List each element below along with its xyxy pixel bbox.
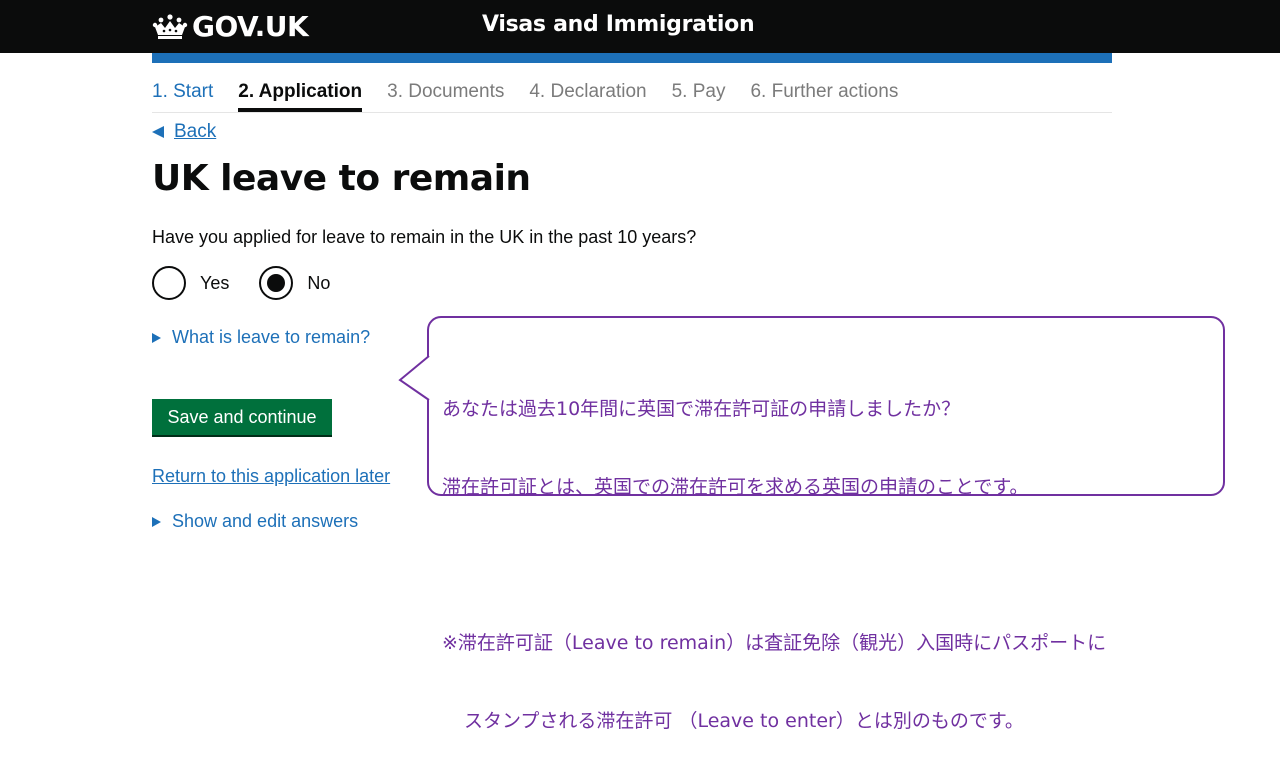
details-what-is-leave[interactable]: What is leave to remain?	[152, 327, 370, 348]
triangle-right-icon	[152, 332, 161, 343]
details-show-edit-answers[interactable]: Show and edit answers	[152, 511, 358, 532]
callout-line-3: ※滞在許可証（Leave to remain）は査証免除（観光）入国時にパスポー…	[442, 632, 1107, 654]
back-link-label: Back	[174, 121, 217, 142]
govuk-header: GOV.UK Visas and Immigration	[0, 0, 1280, 53]
back-link[interactable]: Back	[152, 121, 216, 143]
crown-icon	[152, 13, 188, 39]
radio-yes-label[interactable]: Yes	[200, 273, 229, 294]
govuk-logo[interactable]: GOV.UK	[152, 10, 309, 43]
save-and-continue-button[interactable]: Save and continue	[152, 399, 332, 435]
callout-tail	[398, 355, 430, 401]
triangle-right-icon	[152, 516, 161, 527]
step-documents: 3. Documents	[387, 81, 505, 102]
callout-text: あなたは過去10年間に英国で滞在許可証の申請しましたか？ 滞在許可証とは、英国で…	[442, 344, 1106, 760]
radio-yes[interactable]: Yes	[152, 266, 229, 300]
header-blue-bar	[152, 53, 1112, 63]
radio-selected-dot	[267, 274, 286, 292]
radio-yes-circle[interactable]	[152, 266, 186, 300]
step-pay: 5. Pay	[671, 81, 726, 102]
callout-line-4: スタンプされる滞在許可 （Leave to enter）とは別のものです。	[464, 710, 1024, 732]
callout-gap	[442, 552, 1106, 578]
details-what-is-leave-label: What is leave to remain?	[172, 327, 371, 347]
callout-line-1: あなたは過去10年間に英国で滞在許可証の申請しましたか？	[442, 398, 961, 420]
step-navigation: 1. Start 2. Application 3. Documents 4. …	[152, 78, 1112, 113]
step-application: 2. Application	[238, 78, 363, 112]
question-label: Have you applied for leave to remain in …	[152, 227, 697, 247]
step-start[interactable]: 1. Start	[152, 78, 213, 112]
callout-line-2: 滞在許可証とは、英国での滞在許可を求める英国の申請のことです。	[442, 476, 1029, 498]
logo-text: GOV.UK	[192, 10, 309, 43]
details-show-edit-answers-label: Show and edit answers	[172, 511, 359, 531]
radio-group: Yes No	[152, 266, 360, 300]
step-declaration: 4. Declaration	[529, 81, 647, 102]
back-arrow-icon	[152, 126, 164, 138]
return-later-link[interactable]: Return to this application later	[152, 466, 390, 487]
radio-no-label[interactable]: No	[307, 273, 330, 294]
step-further-actions: 6. Further actions	[750, 81, 899, 102]
radio-no-circle[interactable]	[259, 266, 294, 300]
page-title: UK leave to remain	[152, 158, 531, 199]
service-name[interactable]: Visas and Immigration	[482, 12, 755, 37]
radio-no[interactable]: No	[259, 266, 330, 300]
